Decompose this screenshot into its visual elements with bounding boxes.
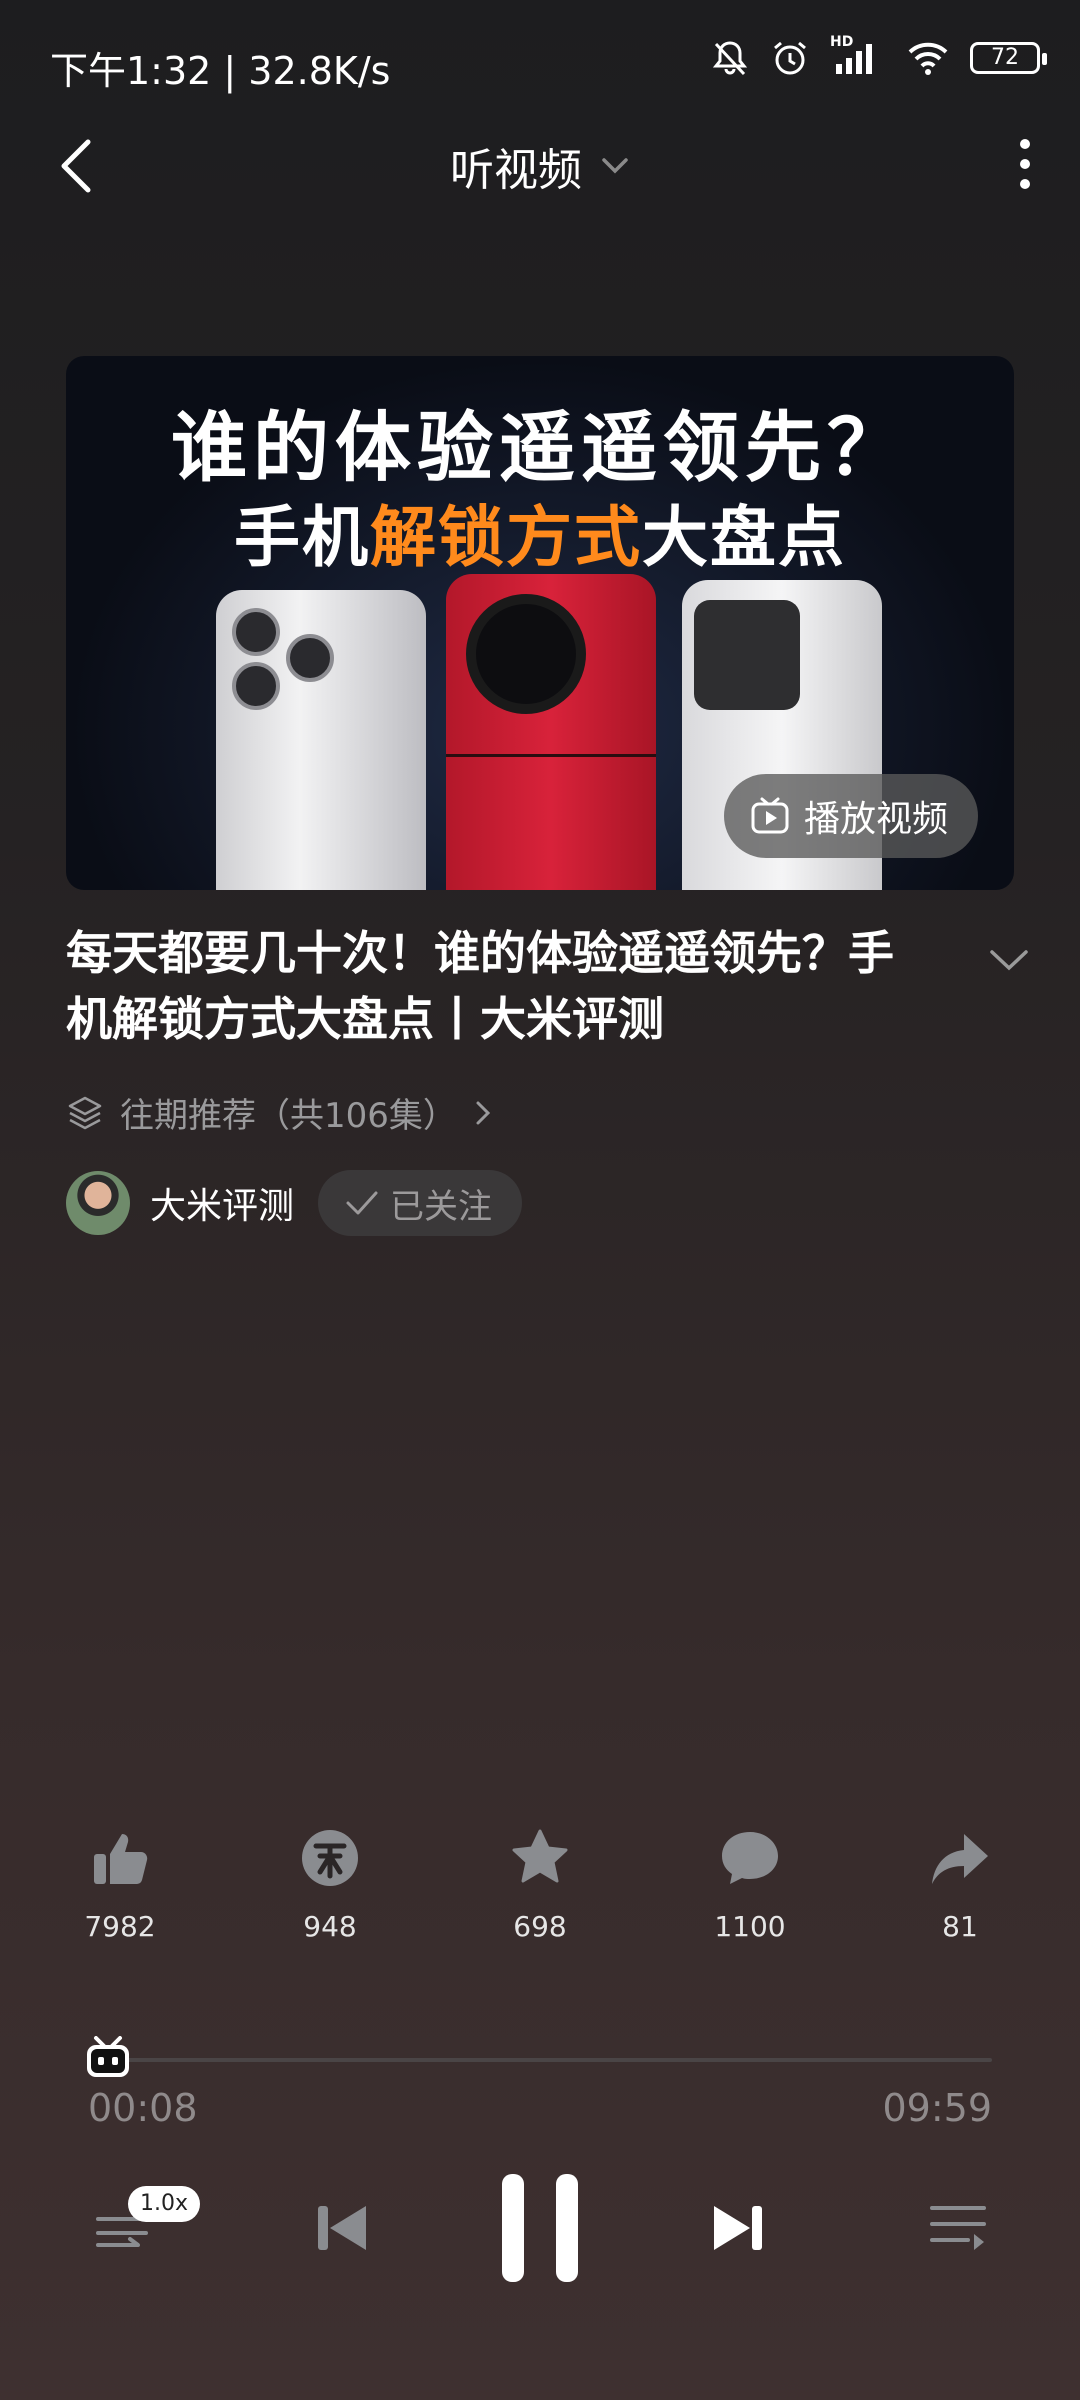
pause-icon (502, 2174, 578, 2282)
video-cover[interactable]: 谁的体验遥遥领先？ 手机解锁方式大盘点 播放视频 (66, 356, 1014, 890)
header: 听视频 (0, 120, 1080, 210)
follow-button[interactable]: 已关注 (318, 1170, 523, 1236)
status-icons: HD 72 (710, 34, 1047, 78)
play-video-label: 播放视频 (803, 799, 948, 840)
play-video-button[interactable]: 播放视频 (723, 774, 978, 858)
playlist-button[interactable] (920, 2190, 996, 2266)
comment-count: 1100 (714, 1910, 786, 1943)
next-button[interactable] (698, 2188, 778, 2268)
comment-icon (722, 1832, 778, 1884)
bell-off-icon (712, 41, 748, 76)
favorite-button[interactable]: 698 (470, 1820, 610, 1943)
series-link[interactable]: 往期推荐（共106集） (66, 1088, 493, 1137)
check-icon (346, 1191, 378, 1215)
author-row: 大米评测 已关注 (66, 1170, 523, 1236)
favorite-count: 698 (513, 1910, 567, 1943)
speed-badge: 1.0x (128, 2186, 201, 2222)
share-count: 81 (942, 1910, 978, 1943)
chevron-down-icon (990, 950, 1028, 971)
cover-headline: 谁的体验遥遥领先？ (171, 403, 909, 492)
expand-description-button[interactable] (984, 940, 1034, 980)
series-label: 往期推荐（共106集） (120, 1096, 457, 1136)
follow-label: 已关注 (390, 1186, 493, 1227)
chevron-right-icon (476, 1101, 491, 1124)
more-options-button[interactable] (1000, 134, 1050, 194)
action-bar: 7982 948 698 1100 81 (0, 1820, 1080, 1960)
coin-button[interactable]: 948 (260, 1820, 400, 1943)
star-icon (512, 1829, 568, 1883)
like-count: 7982 (84, 1910, 156, 1943)
chevron-down-icon (602, 158, 628, 174)
skip-previous-icon (318, 2206, 366, 2250)
coin-count: 948 (303, 1910, 357, 1943)
avatar[interactable] (66, 1171, 130, 1235)
cover-subheadline: 手机解锁方式大盘点 (234, 499, 846, 576)
battery-indicator: 72 (970, 42, 1047, 74)
more-vertical-icon (1020, 139, 1030, 189)
thumbs-up-icon (94, 1834, 148, 1884)
video-title: 每天都要几十次！谁的体验遥遥领先？手机解锁方式大盘点丨大米评测 (66, 926, 894, 1046)
total-time: 09:59 (882, 2086, 992, 2130)
coin-icon (302, 1830, 358, 1886)
comment-button[interactable]: 1100 (680, 1820, 820, 1943)
author-name[interactable]: 大米评测 (150, 1177, 294, 1229)
phone-image-white-left (216, 590, 426, 890)
player-controls (0, 2160, 1080, 2290)
pause-button[interactable] (494, 2168, 586, 2288)
share-icon (932, 1834, 988, 1884)
skip-next-icon (714, 2206, 762, 2250)
alarm-icon (774, 41, 806, 75)
share-button[interactable]: 81 (890, 1820, 1030, 1943)
progress-bar[interactable] (96, 2058, 992, 2062)
tv-play-icon (751, 797, 789, 834)
tv-mascot-icon (86, 2036, 129, 2077)
mode-selector[interactable]: 听视频 (0, 134, 1080, 198)
phone-image-red (446, 574, 656, 890)
layers-icon (68, 1096, 102, 1129)
like-button[interactable]: 7982 (50, 1820, 190, 1943)
status-bar: 下午1:32 | 32.8K/s HD 72 (0, 0, 1080, 130)
previous-button[interactable] (302, 2188, 382, 2268)
playlist-icon (930, 2206, 986, 2250)
progress-thumb[interactable] (84, 2036, 132, 2080)
signal-icon: HD (830, 34, 886, 78)
current-time: 00:08 (88, 2086, 198, 2130)
wifi-icon (908, 42, 948, 75)
status-time: 下午1:32 | 32.8K/s (50, 49, 391, 93)
page-title: 听视频 (450, 145, 582, 196)
